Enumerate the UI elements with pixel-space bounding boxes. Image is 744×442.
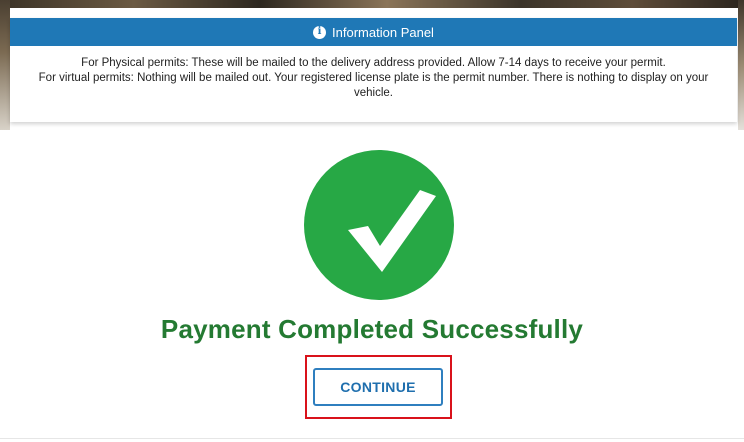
- success-checkmark-icon: [304, 150, 454, 300]
- checkmark-icon: [348, 190, 436, 272]
- information-panel-header: i Information Panel: [10, 18, 737, 46]
- virtual-permit-note: For virtual permits: Nothing will be mai…: [38, 72, 709, 99]
- physical-permit-note: For Physical permits: These will be mail…: [81, 57, 666, 69]
- info-icon: i: [313, 25, 327, 39]
- information-panel-title: Information Panel: [332, 24, 434, 40]
- information-panel: i Information Panel For Physical permits…: [10, 18, 737, 122]
- background-image-right-edge: [738, 0, 744, 130]
- divider: [0, 438, 744, 439]
- continue-button[interactable]: CONTINUE: [313, 368, 443, 406]
- background-image-left-edge: [0, 0, 10, 130]
- information-panel-body: For Physical permits: These will be mail…: [10, 46, 737, 101]
- page: i Information Panel For Physical permits…: [0, 0, 744, 442]
- background-image-strip: [0, 0, 744, 8]
- payment-success-title: Payment Completed Successfully: [160, 314, 584, 344]
